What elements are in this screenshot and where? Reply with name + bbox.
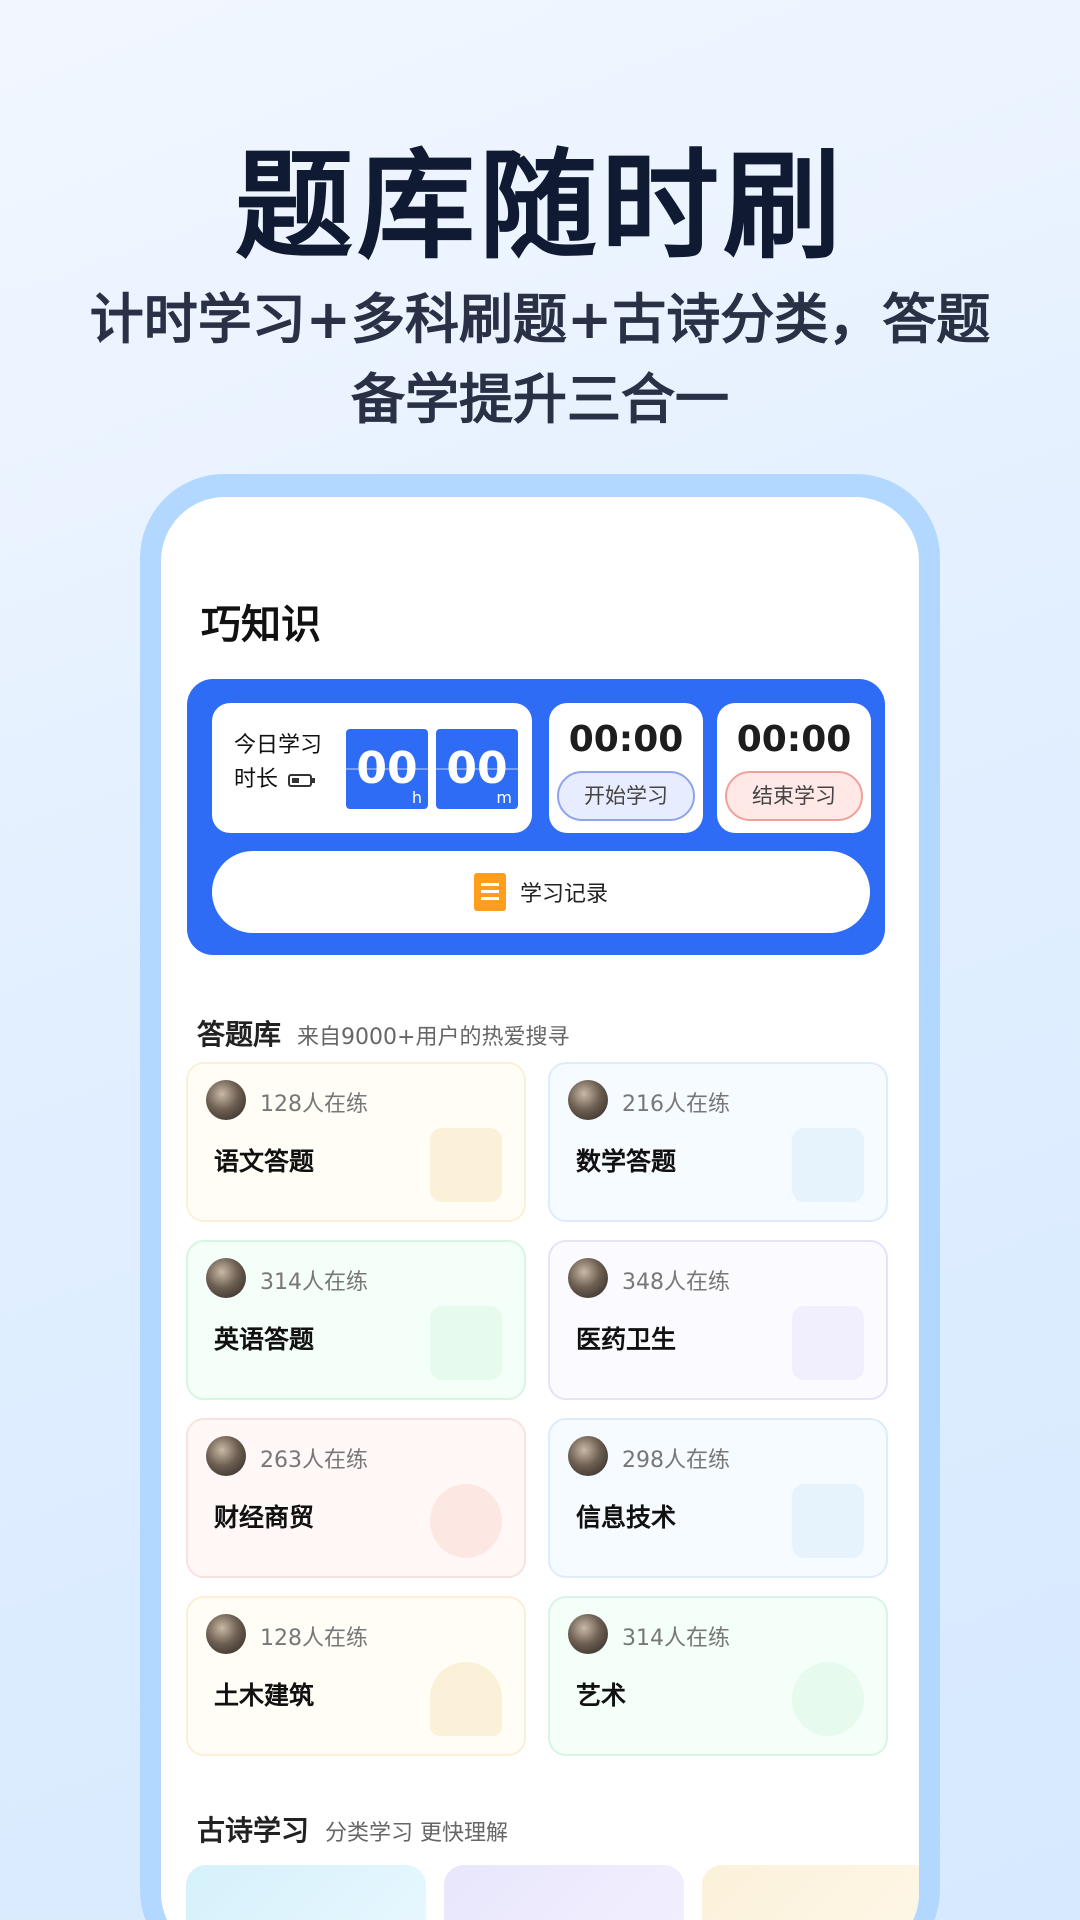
hours-unit: h xyxy=(411,788,422,807)
subject-card-civil[interactable]: 128人在练 土木建筑 xyxy=(186,1596,526,1756)
avatar xyxy=(206,1614,246,1654)
finance-icon xyxy=(430,1484,502,1558)
hero-title: 题库随时刷 xyxy=(234,137,845,275)
subject-name: 信息技术 xyxy=(576,1503,677,1532)
study-record-label: 学习记录 xyxy=(519,882,608,907)
start-time: 00:00 xyxy=(568,719,684,760)
practice-count: 298人在练 xyxy=(622,1448,730,1473)
today-label-line1: 今日学习 xyxy=(234,733,323,758)
today-duration-label: 今日学习 时长 xyxy=(234,729,322,797)
minutes-value: 00 xyxy=(446,743,508,794)
avatar xyxy=(206,1080,246,1120)
poetry-header: 古诗学习 分类学习 更快理解 xyxy=(197,1809,508,1849)
subject-card-math[interactable]: 216人在练 数学答题 xyxy=(548,1062,888,1222)
practice-count: 314人在练 xyxy=(622,1626,730,1651)
poetry-subtitle: 分类学习 更快理解 xyxy=(325,1821,509,1846)
question-bank-subtitle: 来自9000+用户的热爱搜寻 xyxy=(297,1025,570,1050)
minutes-display: 00 m xyxy=(436,729,518,809)
hero-subtitle: 计时学习+多科刷题+古诗分类，答题 备学提升三合一 xyxy=(80,280,1000,440)
hours-display: 00 h xyxy=(346,729,428,809)
practice-count: 216人在练 xyxy=(622,1092,730,1117)
medical-kit-icon xyxy=(792,1306,864,1380)
avatar xyxy=(568,1436,608,1476)
avatar xyxy=(206,1436,246,1476)
subject-card-english[interactable]: 314人在练 英语答题 xyxy=(186,1240,526,1400)
poetry-card-2[interactable] xyxy=(444,1865,684,1920)
subject-card-medicine[interactable]: 348人在练 医药卫生 xyxy=(548,1240,888,1400)
calculator-icon xyxy=(792,1128,864,1202)
avatar xyxy=(568,1258,608,1298)
hero-subtitle-line1: 计时学习+多科刷题+古诗分类，答题 xyxy=(89,288,991,351)
today-duration-card: 今日学习 时长 00 h 00 m xyxy=(212,703,532,833)
practice-count: 348人在练 xyxy=(622,1270,730,1295)
subject-name: 土木建筑 xyxy=(214,1681,315,1710)
subject-name: 财经商贸 xyxy=(214,1503,315,1532)
question-bank-title: 答题库 xyxy=(197,1018,282,1051)
hours-value: 00 xyxy=(356,743,418,794)
minutes-unit: m xyxy=(496,788,512,807)
end-study-button[interactable]: 结束学习 xyxy=(725,771,863,821)
practice-count: 128人在练 xyxy=(260,1092,368,1117)
poetry-card-1[interactable] xyxy=(186,1865,426,1920)
subject-card-art[interactable]: 314人在练 艺术 xyxy=(548,1596,888,1756)
practice-count: 263人在练 xyxy=(260,1448,368,1473)
subject-name: 艺术 xyxy=(576,1681,627,1710)
chinese-char-icon xyxy=(430,1128,502,1202)
subject-name: 医药卫生 xyxy=(576,1325,677,1354)
palette-icon xyxy=(792,1662,864,1736)
receipt-icon xyxy=(473,873,506,911)
start-time-card: 00:00 开始学习 xyxy=(549,703,703,833)
avatar xyxy=(568,1080,608,1120)
hero-subtitle-line2: 备学提升三合一 xyxy=(351,368,729,431)
end-time: 00:00 xyxy=(736,719,852,760)
question-bank-header: 答题库 来自9000+用户的热爱搜寻 xyxy=(197,1013,569,1053)
subject-name: 英语答题 xyxy=(214,1325,315,1354)
worker-helmet-icon xyxy=(430,1662,502,1736)
subject-card-it[interactable]: 298人在练 信息技术 xyxy=(548,1418,888,1578)
practice-count: 314人在练 xyxy=(260,1270,368,1295)
battery-icon xyxy=(288,773,316,787)
subject-name: 数学答题 xyxy=(576,1147,677,1176)
subject-card-finance[interactable]: 263人在练 财经商贸 xyxy=(186,1418,526,1578)
today-label-line2: 时长 xyxy=(234,767,279,792)
letters-aa-icon xyxy=(430,1306,502,1380)
start-study-button[interactable]: 开始学习 xyxy=(557,771,695,821)
avatar xyxy=(206,1258,246,1298)
practice-count: 128人在练 xyxy=(260,1626,368,1651)
avatar xyxy=(568,1614,608,1654)
subject-name: 语文答题 xyxy=(214,1147,315,1176)
subject-card-chinese[interactable]: 128人在练 语文答题 xyxy=(186,1062,526,1222)
monitor-icon xyxy=(792,1484,864,1558)
end-time-card: 00:00 结束学习 xyxy=(717,703,871,833)
app-title: 巧知识 xyxy=(201,602,321,648)
poetry-card-3[interactable] xyxy=(702,1865,919,1920)
poetry-title: 古诗学习 xyxy=(197,1814,310,1847)
study-record-button[interactable]: 学习记录 xyxy=(212,851,870,933)
phone-screen: 巧知识 今日学习 时长 00 h 00 m 00:00 开始学习 00:00 结… xyxy=(161,497,919,1920)
study-timer-panel: 今日学习 时长 00 h 00 m 00:00 开始学习 00:00 结束学习 xyxy=(187,679,885,955)
